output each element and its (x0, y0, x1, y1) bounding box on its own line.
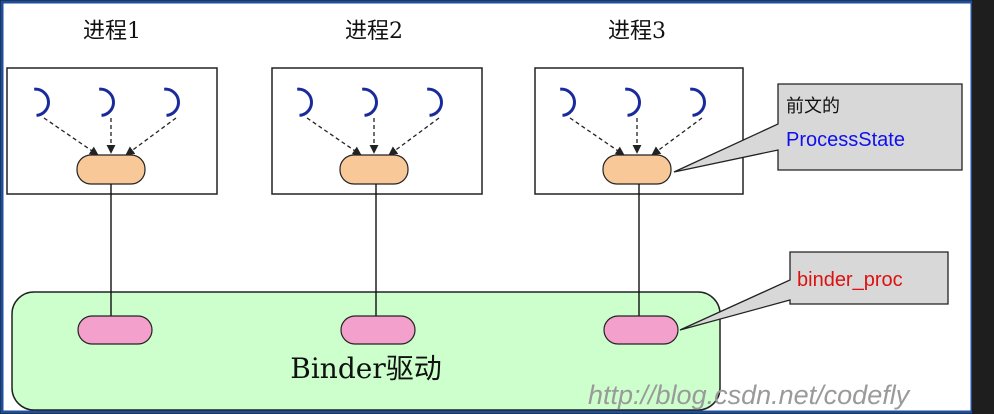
callout-process-state-line1: 前文的 (786, 96, 840, 117)
binder-driver-label: Binder驱动 (290, 352, 441, 385)
callout-process-state-line2: ProcessState (786, 129, 905, 151)
callout-binder-proc-text: binder_proc (797, 269, 903, 291)
process-state-node-3 (602, 154, 672, 185)
binder-proc-node-2 (340, 315, 416, 345)
process-1-label: 进程1 (83, 19, 141, 44)
binder-proc-node-3 (603, 315, 679, 345)
process-state-node-1 (76, 154, 146, 185)
binder-proc-node-1 (77, 315, 153, 345)
process-state-node-2 (339, 154, 409, 185)
binder-diagram: Binder驱动 进程1 进程2 进程3 前文的 ProcessState bi… (0, 0, 994, 414)
watermark: http://blog.csdn.net/codefly (588, 380, 911, 410)
process-2-label: 进程2 (345, 19, 403, 44)
process-3-label: 进程3 (608, 19, 666, 44)
